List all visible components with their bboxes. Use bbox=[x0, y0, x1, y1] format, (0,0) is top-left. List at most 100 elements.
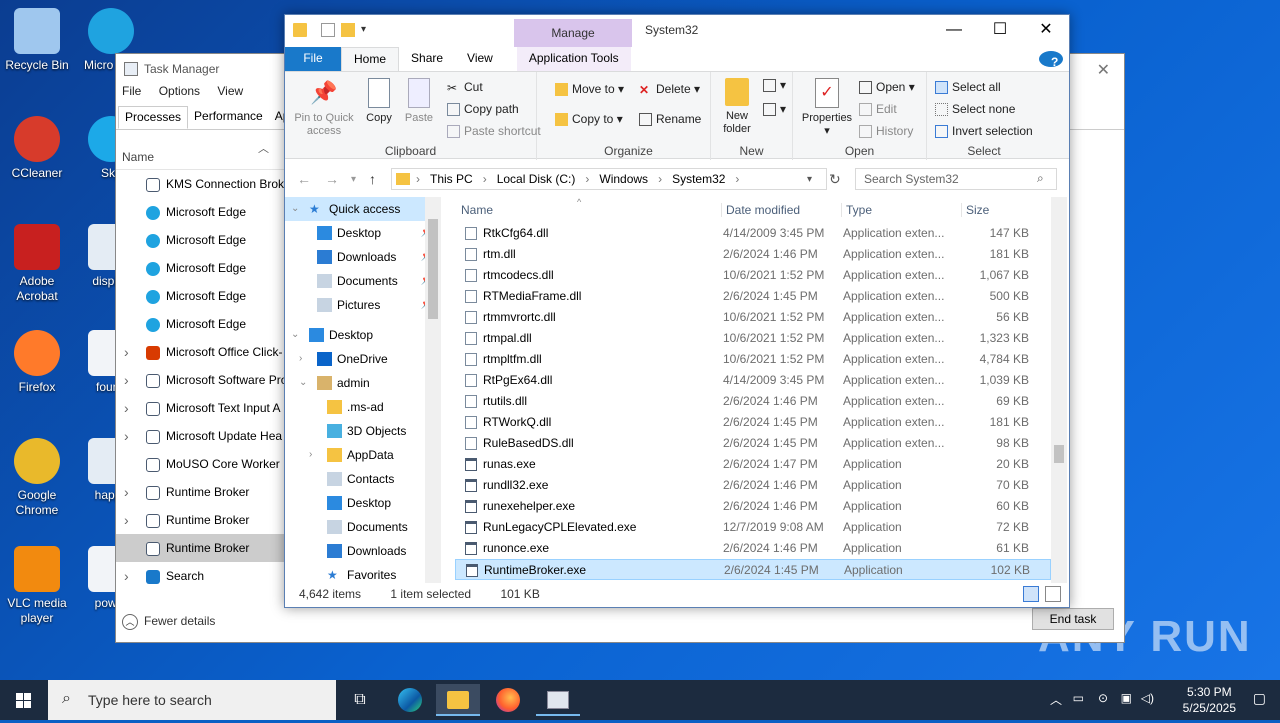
process-row[interactable]: Microsoft Edge bbox=[116, 226, 286, 254]
task-view-icon[interactable]: ⧉ bbox=[338, 684, 382, 716]
nav-item[interactable]: .ms-ad bbox=[285, 395, 439, 419]
file-row[interactable]: runonce.exe 2/6/2024 1:46 PM Application 61… bbox=[455, 538, 1051, 559]
end-task-button[interactable]: End task bbox=[1032, 608, 1114, 630]
breadcrumb-windows[interactable]: Windows bbox=[599, 172, 648, 186]
menu-file[interactable]: File bbox=[122, 84, 141, 98]
expand-chevron-icon[interactable]: › bbox=[124, 394, 129, 422]
large-icons-view-icon[interactable] bbox=[1045, 586, 1061, 602]
nav-item[interactable]: ⌄ ★ Quick access bbox=[285, 197, 439, 221]
file-row[interactable]: RunLegacyCPLElevated.exe 12/7/2019 9:08 A… bbox=[455, 517, 1051, 538]
tab-processes[interactable]: Processes bbox=[118, 106, 189, 129]
column-date-modified[interactable]: Date modified bbox=[721, 203, 800, 217]
address-bar[interactable]: › This PC › Local Disk (C:) › Windows › … bbox=[391, 168, 827, 190]
tab-performance[interactable]: Performance bbox=[188, 106, 269, 129]
expand-chevron-icon[interactable]: ⌄ bbox=[291, 323, 299, 347]
search-input[interactable]: Search System32 bbox=[855, 168, 1057, 190]
refresh-icon[interactable]: ↻ bbox=[829, 171, 841, 188]
file-row[interactable]: runas.exe 2/6/2024 1:47 PM Application 20 K… bbox=[455, 454, 1051, 475]
nav-item[interactable]: Contacts bbox=[285, 467, 439, 491]
clock[interactable]: 5:30 PM 5/25/2025 bbox=[1183, 684, 1236, 716]
new-item-button[interactable]: ▾ bbox=[763, 78, 786, 93]
taskbar-search[interactable]: Type here to search bbox=[48, 680, 336, 720]
invert-selection-button[interactable]: Invert selection bbox=[935, 124, 1033, 139]
column-size[interactable]: Size bbox=[961, 203, 989, 217]
nav-item[interactable]: Downloads bbox=[285, 539, 439, 563]
properties-icon[interactable] bbox=[321, 23, 335, 37]
process-row[interactable]: › Microsoft Update Hea bbox=[116, 422, 286, 450]
file-row[interactable]: RTMediaFrame.dll 2/6/2024 1:45 PM Applicat… bbox=[455, 286, 1051, 307]
select-none-button[interactable]: Select none bbox=[935, 102, 1015, 117]
nav-item[interactable]: Documents bbox=[285, 515, 439, 539]
file-row[interactable]: rtutils.dll 2/6/2024 1:46 PM Application e… bbox=[455, 391, 1051, 412]
move-to-button[interactable]: Move to ▾ bbox=[555, 82, 624, 97]
process-row[interactable]: Microsoft Edge bbox=[116, 282, 286, 310]
file-row[interactable]: rtmcodecs.dll 10/6/2021 1:52 PM Applicatio… bbox=[455, 265, 1051, 286]
file-row[interactable]: rtmmvrortc.dll 10/6/2021 1:52 PM Applicati… bbox=[455, 307, 1051, 328]
back-arrow-icon[interactable]: ← bbox=[297, 171, 311, 187]
desktop-icon[interactable]: Recycle Bin bbox=[0, 8, 74, 73]
nav-item[interactable]: Documents📌 bbox=[285, 269, 439, 293]
process-row[interactable]: KMS Connection Brok bbox=[116, 170, 286, 198]
file-row[interactable]: runexehelper.exe 2/6/2024 1:46 PM Applicat… bbox=[455, 496, 1051, 517]
nav-item[interactable]: ⌄ admin bbox=[285, 371, 439, 395]
delete-button[interactable]: ✕ Delete ▾ bbox=[639, 82, 700, 97]
desktop-icon[interactable]: Firefox bbox=[0, 330, 74, 395]
desktop-icon[interactable]: VLC media player bbox=[0, 546, 74, 626]
process-row[interactable]: › Microsoft Text Input A bbox=[116, 394, 286, 422]
column-name[interactable]: Name bbox=[461, 203, 493, 217]
tab-file[interactable]: File bbox=[285, 47, 341, 71]
close-button[interactable]: ✕ bbox=[1023, 15, 1069, 45]
notifications-icon[interactable]: ▢ bbox=[1253, 690, 1266, 707]
fewer-details-link[interactable]: ︿ Fewer details bbox=[122, 614, 215, 630]
recent-chevron-icon[interactable]: ▾ bbox=[351, 174, 356, 185]
process-row[interactable]: Microsoft Edge bbox=[116, 198, 286, 226]
up-arrow-icon[interactable]: ↑ bbox=[369, 171, 376, 187]
nav-scroll-thumb[interactable] bbox=[428, 219, 438, 319]
expand-chevron-icon[interactable]: › bbox=[299, 347, 302, 371]
breadcrumb-system32[interactable]: System32 bbox=[672, 172, 725, 186]
process-row[interactable]: › Runtime Broker bbox=[116, 478, 286, 506]
menu-options[interactable]: Options bbox=[159, 84, 200, 98]
nav-item[interactable]: Desktop bbox=[285, 491, 439, 515]
details-view-icon[interactable] bbox=[1023, 586, 1039, 602]
process-row[interactable]: › Microsoft Office Click- bbox=[116, 338, 286, 366]
expand-chevron-icon[interactable]: › bbox=[124, 366, 129, 394]
desktop-icon[interactable]: CCleaner bbox=[0, 116, 74, 181]
chevron-down-icon[interactable]: ▾ bbox=[361, 23, 375, 37]
meet-now-icon[interactable]: ⊙ bbox=[1098, 691, 1108, 705]
expand-chevron-icon[interactable]: ⌄ bbox=[291, 197, 299, 221]
expand-chevron-icon[interactable]: › bbox=[124, 506, 129, 534]
nav-item[interactable]: › AppData bbox=[285, 443, 439, 467]
breadcrumb-this-pc[interactable]: This PC bbox=[430, 172, 473, 186]
process-row[interactable]: Microsoft Edge bbox=[116, 310, 286, 338]
new-folder-button[interactable]: New folder bbox=[715, 78, 759, 136]
manage-tab[interactable]: Manage bbox=[514, 19, 632, 47]
file-row[interactable]: RtkCfg64.dll 4/14/2009 3:45 PM Application… bbox=[455, 223, 1051, 244]
new-folder-icon[interactable] bbox=[341, 23, 355, 37]
edge-icon[interactable] bbox=[388, 684, 432, 716]
maximize-button[interactable]: ☐ bbox=[977, 15, 1023, 45]
expand-chevron-icon[interactable]: › bbox=[309, 443, 312, 467]
column-type[interactable]: Type bbox=[841, 203, 872, 217]
nav-item[interactable]: Downloads📌 bbox=[285, 245, 439, 269]
select-all-button[interactable]: Select all bbox=[935, 80, 1001, 95]
edit-button[interactable]: Edit bbox=[859, 102, 897, 117]
file-row[interactable]: rtmpal.dll 10/6/2021 1:52 PM Application e… bbox=[455, 328, 1051, 349]
file-row[interactable]: RTWorkQ.dll 2/6/2024 1:45 PM Application e… bbox=[455, 412, 1051, 433]
expand-chevron-icon[interactable]: › bbox=[124, 562, 129, 590]
tab-home[interactable]: Home bbox=[341, 47, 400, 71]
nav-item[interactable]: ★ Favorites bbox=[285, 563, 439, 583]
copy-path-button[interactable]: Copy path bbox=[447, 102, 519, 117]
properties-button[interactable]: ✓ Properties ▾ bbox=[799, 78, 855, 138]
file-explorer-icon[interactable] bbox=[436, 684, 480, 716]
file-row[interactable]: RuleBasedDS.dll 2/6/2024 1:45 PM Applicati… bbox=[455, 433, 1051, 454]
nav-item[interactable]: Pictures📌 bbox=[285, 293, 439, 317]
desktop-icon[interactable]: Google Chrome bbox=[0, 438, 74, 518]
chevron-up-icon[interactable]: ︿ bbox=[1050, 691, 1062, 708]
expand-chevron-icon[interactable]: › bbox=[124, 422, 129, 450]
paste-shortcut-button[interactable]: Paste shortcut bbox=[447, 124, 541, 139]
nav-scrollbar[interactable] bbox=[425, 197, 441, 583]
process-row[interactable]: › Runtime Broker bbox=[116, 506, 286, 534]
battery-icon[interactable]: ▭ bbox=[1073, 691, 1084, 705]
breadcrumb-local-disk[interactable]: Local Disk (C:) bbox=[497, 172, 576, 186]
